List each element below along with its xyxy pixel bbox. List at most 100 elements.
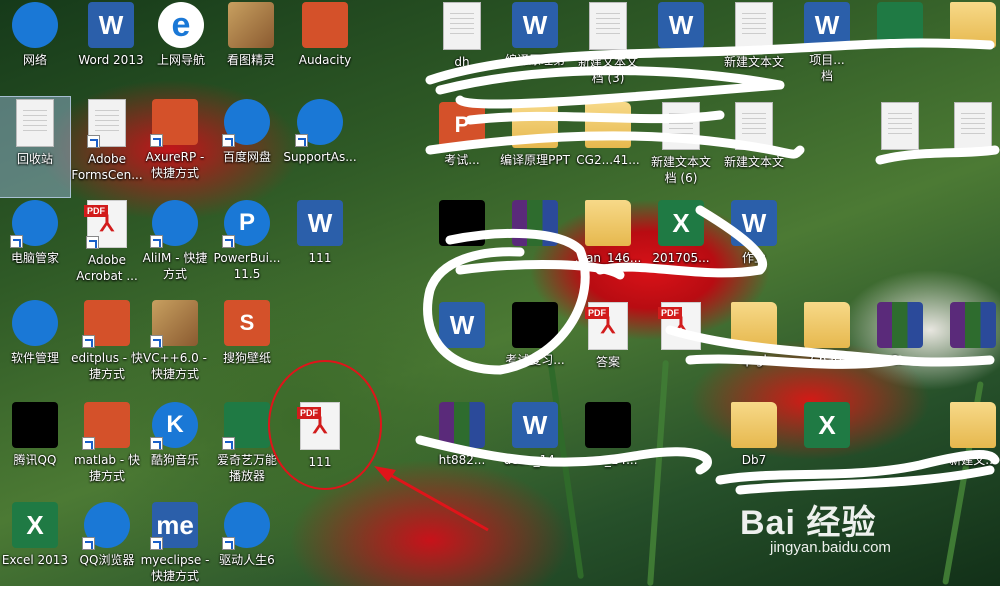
myeclipse-icon: me: [150, 502, 198, 550]
pdf-icon: PDF ⅄: [658, 302, 701, 350]
network-icon: [12, 2, 58, 48]
pdf-icon: PDF ⅄: [585, 302, 628, 350]
desktop-icon[interactable]: Wdean_14...: [500, 400, 570, 500]
desktop-icon[interactable]: PDF ⅄ 111: [285, 400, 355, 500]
shortcut-arrow-icon: [295, 134, 308, 147]
desktop-icon[interactable]: 回收站: [0, 96, 71, 198]
desktop-icon[interactable]: editplus - 快 捷方式: [71, 298, 143, 398]
desktop-icon[interactable]: [938, 300, 1000, 400]
desktop-icon[interactable]: 腾讯QQ: [0, 400, 70, 500]
desktop-icon-label: 新建文本文 档 (3): [577, 55, 638, 85]
desktop-icon[interactable]: 百度网盘: [212, 97, 282, 197]
desktop-icon-label: SupportAs...: [283, 150, 357, 164]
icon-glyph-text: X: [818, 409, 836, 440]
desktop-icon[interactable]: 新建文本文: [719, 0, 789, 100]
watermark-main: Bai 经验: [740, 504, 877, 542]
desktop-icon[interactable]: 网络: [0, 0, 70, 100]
desktop-icon[interactable]: [500, 198, 570, 298]
desktop-icon[interactable]: VC++6.0 - 快捷方式: [140, 298, 210, 398]
desktop-icon[interactable]: 电脑管家: [0, 198, 70, 298]
desktop-icon[interactable]: [865, 0, 935, 100]
desktop-icon[interactable]: [427, 198, 497, 298]
desktop-icon[interactable]: PDF ⅄ Adobe Acrobat ...: [72, 198, 142, 298]
desktop-icon[interactable]: ht882...: [427, 400, 497, 500]
desktop-icon[interactable]: qxgl: [719, 300, 789, 400]
desktop-icon[interactable]: 新建文本文: [719, 100, 789, 200]
desktop-icon[interactable]: 看图精灵: [216, 0, 286, 100]
desktop-icon[interactable]: matlab - 快 捷方式: [72, 400, 142, 500]
desktop-icon-label: 111: [308, 251, 332, 265]
text-file-icon: [443, 2, 481, 50]
desktop-icon[interactable]: AliIM - 快捷 方式: [140, 198, 210, 298]
desktop-icon[interactable]: 考试复习...: [500, 300, 570, 400]
desktop-icon-label: 答案: [595, 355, 620, 369]
recycle-bin-icon: [16, 99, 54, 147]
desktop-icon[interactable]: W 项目... 档: [792, 0, 862, 100]
word-icon: W: [658, 2, 704, 48]
icon-glyph-text: me: [156, 509, 194, 540]
desktop-icon[interactable]: K 酷狗音乐: [140, 400, 210, 500]
pdf-black-icon: [512, 302, 558, 348]
desktop-icon[interactable]: ...an_146...: [573, 198, 643, 298]
desktop-icon[interactable]: 驱动人生6: [212, 500, 282, 600]
sogou-wallpaper-icon: S: [224, 300, 270, 346]
desktop-icon[interactable]: 爱奇艺万能 播放器: [212, 400, 282, 500]
folder-icon: [585, 200, 631, 246]
folder-icon: [950, 2, 996, 48]
desktop-icon[interactable]: Adobe FormsCen...: [71, 97, 143, 197]
desktop-icon[interactable]: me myeclipse - 快捷方式: [140, 500, 210, 600]
desktop-icon[interactable]: P 考试...: [427, 100, 497, 200]
desktop-icon[interactable]: W Word 2013: [76, 0, 146, 100]
desktop-icon[interactable]: PDF ⅄: [646, 300, 716, 400]
rar-icon: [512, 200, 558, 246]
desktop-icon[interactable]: [938, 100, 1000, 200]
matlab-icon: [82, 402, 130, 450]
desktop-icon-label: 新建文本文: [723, 155, 784, 169]
desktop-icon[interactable]: AxureRP - 快捷方式: [140, 97, 210, 197]
desktop-icon[interactable]: Db7: [719, 400, 789, 500]
text-file-icon: [954, 102, 992, 150]
desktop-icon[interactable]: X Excel 2013: [0, 500, 70, 600]
desktop-icon[interactable]: [938, 0, 1000, 100]
desktop-icon[interactable]: e 上网导航: [146, 0, 216, 100]
desktop-icon-label: 网络: [22, 53, 47, 67]
iqiyi-icon: [222, 402, 270, 450]
desktop-icon[interactable]: W 编译原理第: [500, 0, 570, 100]
desktop-icon[interactable]: dh: [427, 0, 497, 100]
acrobat-icon: PDF ⅄: [84, 200, 127, 249]
desktop-icon[interactable]: X 201705...: [646, 198, 716, 298]
pdf-icon: PDF ⅄: [297, 402, 340, 450]
desktop-icon[interactable]: W: [427, 300, 497, 400]
word-icon: W: [804, 2, 850, 48]
shortcut-arrow-icon: [150, 134, 163, 147]
desktop-icon[interactable]: QQ浏览器: [72, 500, 142, 600]
desktop-icon[interactable]: P PowerBui... 11.5: [212, 198, 282, 298]
desktop-icon[interactable]: 新建文本文 档 (3): [573, 0, 643, 100]
desktop-icon[interactable]: 新建文...: [938, 400, 1000, 500]
shortcut-arrow-icon: [82, 437, 95, 450]
icon-glyph-text: W: [814, 9, 840, 40]
desktop-icon[interactable]: X: [792, 400, 862, 500]
desktop-icon-label: 项目... 档: [809, 53, 845, 83]
shortcut-arrow-icon: [82, 537, 95, 550]
audacity-icon: [302, 2, 348, 48]
desktop-icon[interactable]: S 搜狗壁纸: [212, 298, 282, 398]
desktop-icon[interactable]: 新建文本文 档 (6): [646, 100, 716, 200]
desktop-icon[interactable]: CG2...41...: [573, 100, 643, 200]
desktop-icon[interactable]: PDF ⅄ 答案: [573, 300, 643, 400]
desktop-icon[interactable]: [865, 100, 935, 200]
desktop-icon[interactable]: W 作业: [719, 198, 789, 298]
desktop-icon[interactable]: Audacity: [290, 0, 360, 100]
desktop-icon[interactable]: 软件管理: [0, 298, 70, 398]
desktop-icon[interactable]: Chart: [792, 300, 862, 400]
desktop-icon[interactable]: ...an_14...: [573, 400, 643, 500]
icon-glyph-text: W: [307, 207, 333, 238]
desktop-icon[interactable]: C...: [865, 300, 935, 400]
image-viewer-icon: [228, 2, 274, 48]
shortcut-arrow-icon: [150, 235, 163, 248]
desktop-icon[interactable]: SupportAs...: [283, 97, 357, 197]
desktop-icon[interactable]: W 111: [285, 198, 355, 298]
desktop-icon[interactable]: 编译原理PPT: [500, 100, 570, 200]
desktop-icon[interactable]: W: [646, 0, 716, 100]
icon-glyph-text: S: [239, 310, 255, 335]
